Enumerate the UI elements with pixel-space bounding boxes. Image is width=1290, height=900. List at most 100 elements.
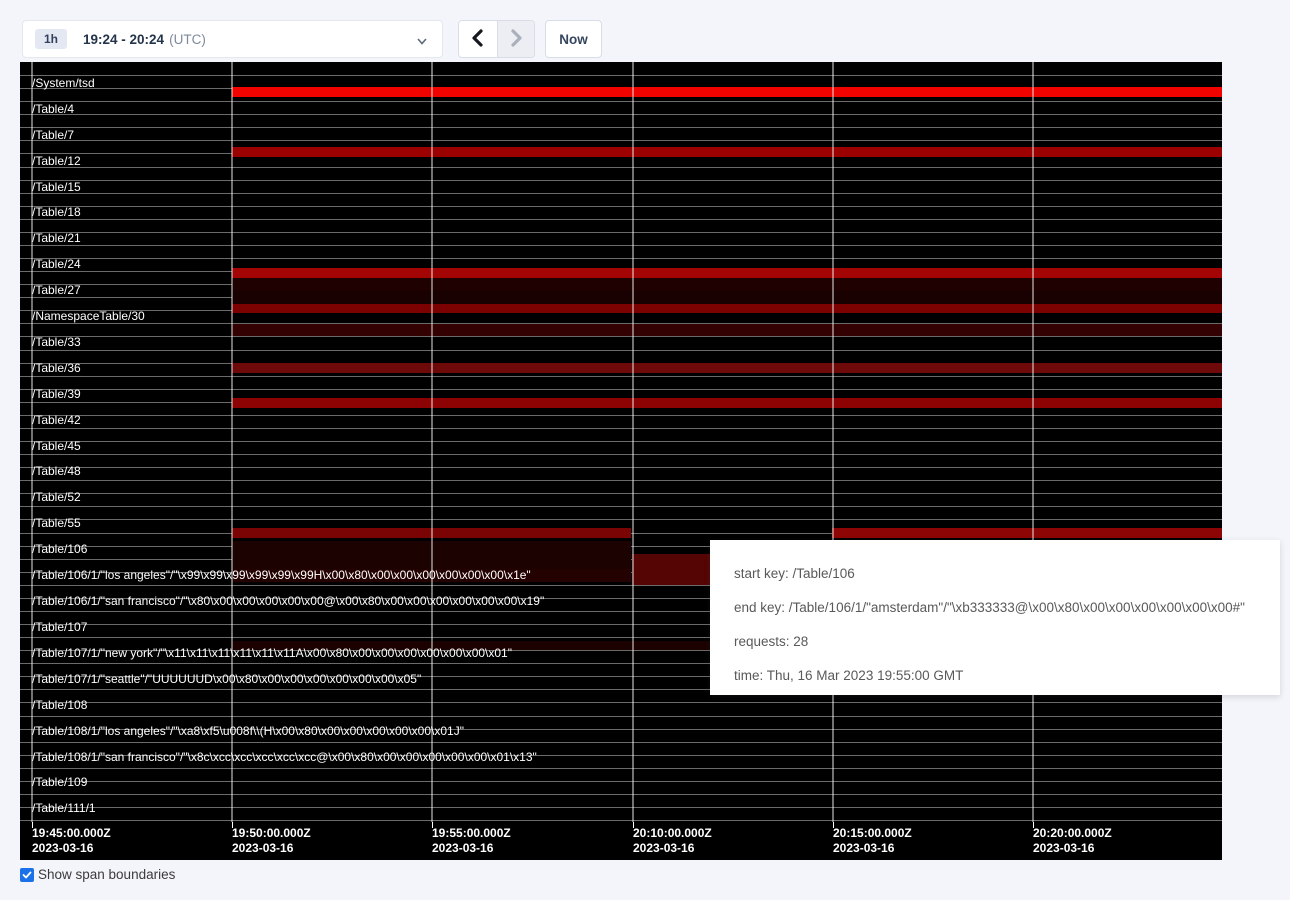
span-boundary-line	[20, 428, 1222, 429]
tooltip-time: time: Thu, 16 Mar 2023 19:55:00 GMT	[734, 663, 1256, 688]
span-key-label: /Table/24	[32, 257, 81, 271]
span-boundary-line	[20, 506, 1222, 507]
span-key-label: /Table/108	[32, 698, 87, 712]
span-boundary-line	[20, 101, 1222, 102]
span-key-label: /Table/108/1/"los angeles"/"\xa8\xf5\u00…	[32, 724, 464, 738]
chevron-down-icon	[416, 34, 428, 52]
span-key-label: /Table/111/1	[32, 801, 96, 815]
span-key-label: /Table/48	[32, 464, 81, 478]
key-visualizer-heatmap[interactable]: 19:45:00.000Z2023-03-16 19:50:00.000Z2023…	[20, 62, 1222, 860]
heat-bar[interactable]	[232, 304, 1222, 313]
span-boundary-line	[20, 454, 1222, 455]
span-boundary-line	[20, 193, 1222, 194]
heat-bar[interactable]	[232, 291, 1222, 304]
span-boundary-line	[20, 467, 1222, 468]
previous-time-button[interactable]	[459, 21, 497, 57]
span-key-label: /Table/106/1/"san francisco"/"\x80\x00\x…	[32, 594, 544, 608]
heat-bar[interactable]	[232, 398, 1222, 408]
time-gridline	[832, 62, 834, 822]
heat-bar[interactable]	[232, 87, 1222, 97]
heat-bar[interactable]	[232, 268, 1222, 278]
span-boundary-line	[20, 350, 1222, 351]
span-boundary-line	[20, 167, 1222, 168]
span-boundary-line	[20, 114, 1222, 115]
time-gridline	[632, 62, 634, 822]
span-key-label: /Table/15	[32, 180, 81, 194]
next-time-button[interactable]	[497, 21, 535, 57]
heat-bar[interactable]	[232, 363, 1222, 373]
span-tooltip: start key: /Table/106 end key: /Table/10…	[710, 540, 1280, 695]
span-key-label: /Table/106	[32, 542, 87, 556]
span-boundary-line	[20, 219, 1222, 220]
span-key-label: /Table/12	[32, 154, 81, 168]
span-boundary-line	[20, 493, 1222, 494]
span-boundary-line	[20, 519, 1222, 520]
span-key-label: /Table/7	[32, 128, 74, 142]
span-boundary-line	[20, 716, 1222, 717]
tooltip-requests: requests: 28	[734, 629, 1256, 654]
heat-bar[interactable]	[232, 278, 1222, 291]
span-boundary-line	[20, 245, 1222, 246]
span-key-label: /Table/55	[32, 516, 81, 530]
chevron-left-icon	[470, 29, 486, 50]
span-key-label: /Table/33	[32, 335, 81, 349]
span-key-label: /Table/39	[32, 387, 81, 401]
time-range-select[interactable]: 1h 19:24 - 20:24 (UTC)	[22, 20, 443, 58]
tooltip-start-key: start key: /Table/106	[734, 561, 1256, 586]
time-range-label: 19:24 - 20:24	[83, 32, 164, 47]
axis-time-label: 19:45:00.000Z2023-03-16	[32, 826, 111, 856]
now-button[interactable]: Now	[545, 20, 602, 58]
heat-bar[interactable]	[232, 147, 1222, 157]
span-boundary-line	[20, 336, 1222, 337]
axis-time-label: 20:10:00.000Z2023-03-16	[633, 826, 712, 856]
span-boundary-line	[20, 180, 1222, 181]
time-preset-badge: 1h	[35, 29, 67, 49]
span-boundary-line	[20, 140, 1222, 141]
span-boundary-line	[20, 389, 1222, 390]
span-boundary-line	[20, 415, 1222, 416]
span-key-label: /Table/52	[32, 490, 81, 504]
span-key-label: /Table/107	[32, 620, 87, 634]
checkbox-checked-icon[interactable]	[20, 868, 34, 882]
span-key-label: /NamespaceTable/30	[32, 309, 145, 323]
heat-bar[interactable]	[832, 528, 1222, 538]
span-key-label: /Table/21	[32, 231, 81, 245]
span-key-label: /Table/109	[32, 775, 87, 789]
axis-time-label: 20:15:00.000Z2023-03-16	[833, 826, 912, 856]
time-gridline	[431, 62, 433, 822]
span-key-label: /Table/107/1/"seattle"/"UUUUUUD\x00\x80\…	[32, 672, 421, 686]
span-boundary-line	[20, 441, 1222, 442]
span-key-label: /Table/45	[32, 439, 81, 453]
axis-time-label: 19:55:00.000Z2023-03-16	[432, 826, 511, 856]
span-boundary-line	[20, 206, 1222, 207]
span-key-label: /Table/18	[32, 205, 81, 219]
span-key-label: /Table/108/1/"san francisco"/"\x8c\xcc\x…	[32, 750, 537, 764]
span-key-label: /Table/106/1/"los angeles"/"\x99\x99\x99…	[32, 568, 531, 582]
span-boundary-line	[20, 768, 1222, 769]
chevron-right-icon	[508, 29, 524, 50]
span-key-label: /System/tsd	[32, 76, 95, 90]
show-span-boundaries-toggle[interactable]: Show span boundaries	[20, 867, 175, 882]
time-zone-label: (UTC)	[169, 32, 206, 47]
span-boundary-line	[20, 807, 1222, 808]
time-nav-group	[458, 20, 535, 58]
span-boundary-line	[20, 781, 1222, 782]
heat-bar[interactable]	[232, 324, 1222, 336]
span-boundary-line	[20, 794, 1222, 795]
tooltip-end-key: end key: /Table/106/1/"amsterdam"/"\xb33…	[734, 595, 1256, 620]
span-boundary-line	[20, 376, 1222, 377]
span-boundary-line	[20, 127, 1222, 128]
span-key-label: /Table/107/1/"new york"/"\x11\x11\x11\x1…	[32, 646, 512, 660]
span-boundary-line	[20, 480, 1222, 481]
span-boundary-line	[20, 702, 1222, 703]
span-boundary-line	[20, 75, 1222, 76]
time-gridline	[1032, 62, 1034, 822]
axis-time-label: 19:50:00.000Z2023-03-16	[232, 826, 311, 856]
span-boundary-line	[20, 258, 1222, 259]
span-key-label: /Table/27	[32, 283, 81, 297]
span-boundary-line	[20, 232, 1222, 233]
span-key-label: /Table/4	[32, 102, 74, 116]
axis-time-label: 20:20:00.000Z2023-03-16	[1033, 826, 1112, 856]
checkbox-label: Show span boundaries	[38, 867, 175, 882]
span-key-label: /Table/36	[32, 361, 81, 375]
